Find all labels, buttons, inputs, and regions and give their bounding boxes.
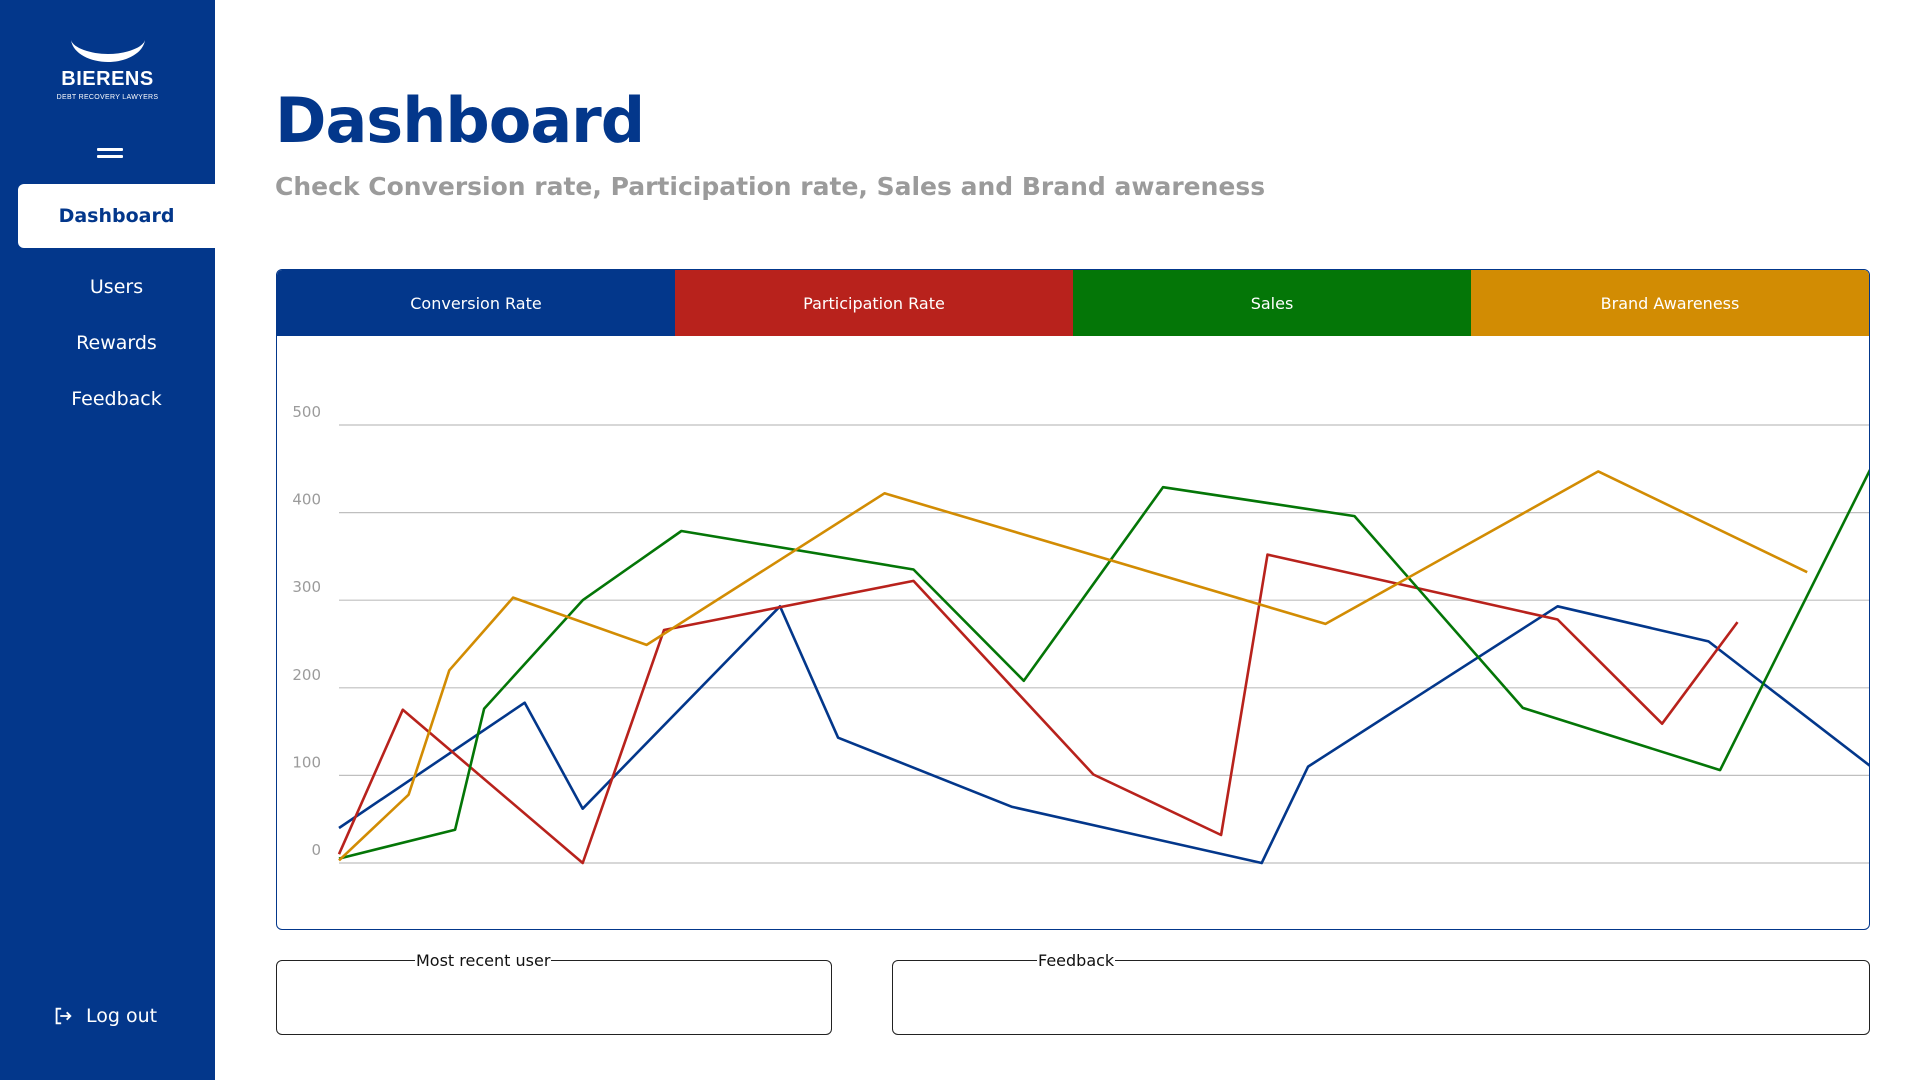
series-line-0 — [338, 605, 1869, 865]
y-tick-label: 0 — [311, 841, 321, 859]
sidebar-item-feedback[interactable]: Feedback — [18, 367, 215, 431]
line-chart: 500 400 300 200 100 0 — [292, 403, 1869, 865]
y-tick-label: 400 — [292, 491, 321, 509]
series-line-2 — [338, 468, 1869, 860]
sidebar-item-label: Users — [89, 276, 144, 298]
y-tick-label: 500 — [292, 403, 321, 421]
page-title: Dashboard — [275, 84, 645, 157]
series-line-3 — [338, 470, 1808, 862]
logout-button[interactable]: Log out — [52, 998, 157, 1034]
brand-tagline: DEBT RECOVERY LAWYERS — [56, 94, 159, 101]
chart-card: Conversion Rate Participation Rate Sales… — [276, 269, 1870, 930]
sidebar-item-rewards[interactable]: Rewards — [18, 311, 215, 375]
most-recent-user-panel: Most recent user — [276, 951, 832, 1035]
sidebar-item-users[interactable]: Users — [18, 255, 215, 319]
sidebar-item-label: Feedback — [71, 388, 162, 410]
feedback-panel: Feedback — [892, 951, 1870, 1035]
logo-smile-icon — [70, 40, 145, 62]
most-recent-user-label: Most recent user — [415, 951, 552, 970]
sidebar: BIERENS DEBT RECOVERY LAWYERS Dashboard … — [0, 0, 215, 1080]
feedback-panel-label: Feedback — [1037, 951, 1116, 970]
sidebar-item-dashboard[interactable]: Dashboard — [18, 184, 215, 248]
logout-label: Log out — [86, 1005, 158, 1027]
sidebar-item-label: Dashboard — [58, 205, 175, 227]
bierens-logo[interactable]: BIERENS DEBT RECOVERY LAWYERS — [0, 36, 215, 158]
y-tick-label: 300 — [292, 578, 321, 596]
page-subtitle: Check Conversion rate, Participation rat… — [275, 172, 1266, 201]
y-tick-label: 100 — [292, 753, 321, 771]
y-tick-label: 200 — [292, 666, 321, 684]
menu-icon[interactable] — [97, 148, 123, 160]
sidebar-item-label: Rewards — [76, 332, 157, 354]
brand-name: BIERENS — [61, 68, 154, 90]
logout-icon — [55, 1007, 72, 1025]
